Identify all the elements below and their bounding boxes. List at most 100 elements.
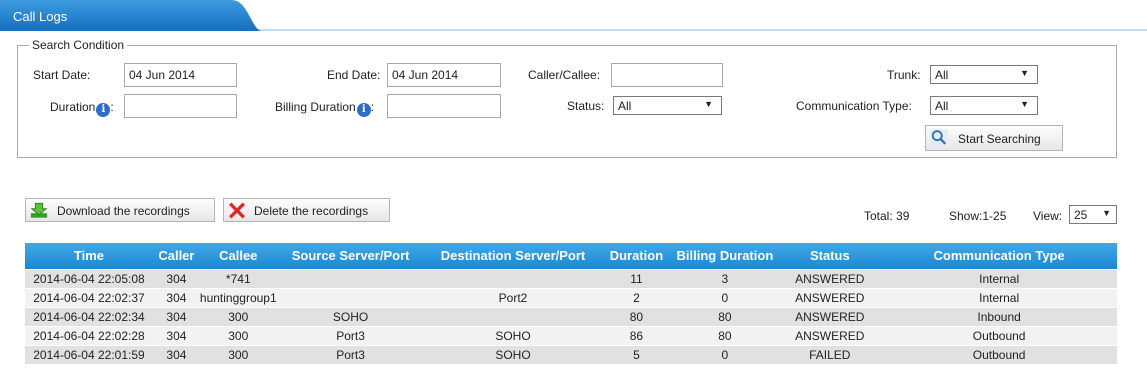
table-row[interactable]: 2014-06-04 22:02:28 304 300 Port3 SOHO 8… (25, 325, 1117, 345)
tab-call-logs[interactable]: Call Logs (0, 0, 262, 31)
cell-time: 2014-06-04 22:02:28 (25, 325, 153, 345)
cell-destination (424, 306, 602, 326)
cell-source: Port3 (276, 325, 425, 345)
cell-destination: Port2 (424, 287, 602, 307)
cell-status: FAILED (778, 344, 882, 364)
cell-callee: *741 (199, 268, 277, 288)
chevron-down-icon: ▼ (1020, 68, 1029, 78)
chevron-down-icon: ▼ (1020, 99, 1029, 109)
cell-time: 2014-06-04 22:02:37 (25, 287, 153, 307)
info-icon[interactable]: i (96, 103, 111, 117)
cell-billing-duration: 80 (671, 306, 779, 326)
column-header-billing-duration[interactable]: Billing Duration (671, 243, 779, 269)
red-x-icon (228, 202, 246, 219)
tab-bar: Call Logs (0, 0, 1147, 31)
view-page-size-select[interactable]: 25 ▼ (1069, 205, 1117, 224)
column-header-status[interactable]: Status (778, 243, 882, 269)
status-label: Status: (567, 99, 605, 113)
table-row[interactable]: 2014-06-04 22:01:59 304 300 Port3 SOHO 5… (25, 344, 1117, 364)
start-searching-label: Start Searching (958, 132, 1041, 146)
cell-billing-duration: 0 (671, 344, 779, 364)
chevron-down-icon: ▼ (704, 99, 713, 109)
table-header-row: Time Caller Callee Source Server/Port De… (25, 243, 1117, 269)
table-row[interactable]: 2014-06-04 22:02:34 304 300 SOHO 80 80 A… (25, 306, 1117, 326)
cell-caller: 304 (152, 344, 200, 364)
column-header-callee[interactable]: Callee (199, 243, 277, 269)
cell-billing-duration: 3 (671, 268, 779, 288)
cell-caller: 304 (152, 287, 200, 307)
billing-duration-label-text: Billing Duration (275, 100, 356, 114)
column-header-time[interactable]: Time (25, 243, 153, 269)
tab-label: Call Logs (13, 9, 68, 24)
end-date-label: End Date: (327, 68, 381, 82)
magnifier-icon (930, 129, 948, 146)
caller-callee-field[interactable] (611, 63, 723, 87)
column-header-destination-server-port[interactable]: Destination Server/Port (424, 243, 602, 269)
cell-billing-duration: 80 (671, 325, 779, 345)
cell-time: 2014-06-04 22:01:59 (25, 344, 153, 364)
duration-label-text: Duration (50, 100, 96, 114)
status-select[interactable]: All ▼ (613, 96, 722, 115)
cell-callee: huntinggroup1 (199, 287, 277, 307)
billing-duration-colon: : (370, 100, 375, 114)
cell-communication-type: Internal (881, 287, 1117, 307)
total-count: Total: 39 (864, 209, 910, 223)
communication-type-select-value: All (935, 99, 949, 113)
communication-type-select[interactable]: All ▼ (930, 96, 1038, 115)
status-select-value: All (618, 99, 632, 113)
cell-communication-type: Inbound (881, 306, 1117, 326)
cell-duration: 2 (601, 287, 672, 307)
trunk-label: Trunk: (887, 68, 921, 82)
cell-communication-type: Internal (881, 268, 1117, 288)
cell-caller: 304 (152, 306, 200, 326)
cell-duration: 5 (601, 344, 672, 364)
cell-communication-type: Outbound (881, 344, 1117, 364)
info-icon[interactable]: i (356, 103, 371, 117)
communication-type-label: Communication Type: (796, 99, 912, 113)
cell-status: ANSWERED (778, 306, 882, 326)
cell-time: 2014-06-04 22:02:34 (25, 306, 153, 326)
column-header-duration[interactable]: Duration (601, 243, 672, 269)
duration-colon: : (110, 100, 114, 114)
cell-status: ANSWERED (778, 325, 882, 345)
call-log-table: Time Caller Callee Source Server/Port De… (25, 243, 1117, 364)
column-header-communication-type[interactable]: Communication Type (881, 243, 1117, 269)
billing-duration-label: Billing Duration i: (275, 100, 374, 117)
cell-caller: 304 (152, 268, 200, 288)
view-label: View: (1033, 209, 1063, 223)
billing-duration-field[interactable] (387, 94, 501, 118)
duration-field[interactable] (124, 94, 237, 118)
delete-recordings-label: Delete the recordings (254, 204, 369, 218)
trunk-select-value: All (935, 68, 949, 82)
download-recordings-label: Download the recordings (57, 204, 190, 218)
table-row[interactable]: 2014-06-04 22:02:37 304 huntinggroup1 Po… (25, 287, 1117, 307)
download-recordings-button[interactable]: Download the recordings (25, 198, 215, 222)
cell-source (276, 268, 425, 288)
search-condition-legend: Search Condition (29, 38, 128, 52)
cell-destination (424, 268, 602, 288)
trunk-select[interactable]: All ▼ (930, 65, 1038, 84)
cell-billing-duration: 0 (671, 287, 779, 307)
cell-source: SOHO (276, 306, 425, 326)
cell-callee: 300 (199, 344, 277, 364)
cell-duration: 11 (601, 268, 672, 288)
cell-duration: 86 (601, 325, 672, 345)
cell-status: ANSWERED (778, 287, 882, 307)
cell-destination: SOHO (424, 325, 602, 345)
chevron-down-icon: ▼ (1102, 208, 1111, 218)
cell-source (276, 287, 425, 307)
view-page-size-value: 25 (1074, 208, 1088, 222)
table-row[interactable]: 2014-06-04 22:05:08 304 *741 11 3 ANSWER… (25, 268, 1117, 288)
start-date-label: Start Date: (33, 68, 91, 82)
cell-callee: 300 (199, 325, 277, 345)
delete-recordings-button[interactable]: Delete the recordings (223, 198, 390, 222)
end-date-field[interactable]: 04 Jun 2014 (387, 63, 501, 87)
column-header-caller[interactable]: Caller (152, 243, 200, 269)
start-date-field[interactable]: 04 Jun 2014 (124, 63, 237, 87)
caller-callee-label: Caller/Callee: (528, 68, 601, 82)
show-range: Show:1-25 (949, 209, 1007, 223)
start-searching-button[interactable]: Start Searching (925, 125, 1063, 151)
column-header-source-server-port[interactable]: Source Server/Port (276, 243, 425, 269)
download-arrow-icon (30, 202, 48, 218)
cell-time: 2014-06-04 22:05:08 (25, 268, 153, 288)
